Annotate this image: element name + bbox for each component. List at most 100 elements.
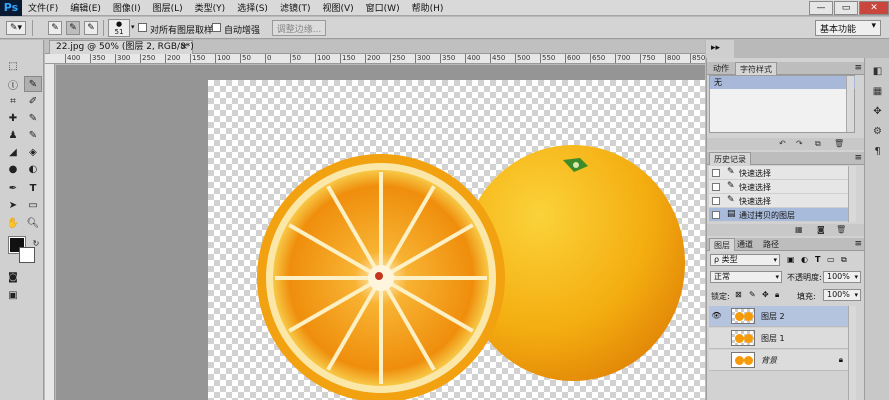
paragraph-panel-icon[interactable]: ¶: [870, 144, 885, 158]
panel-menu-icon[interactable]: ≡: [854, 153, 862, 163]
workspace-select[interactable]: 基本功能 ▾: [815, 20, 881, 36]
layer-row[interactable]: 图层 1: [709, 328, 855, 349]
clone-stamp-tool-icon[interactable]: ♟: [4, 127, 22, 143]
tab-actions[interactable]: 动作: [709, 62, 733, 75]
canvas-area[interactable]: [56, 65, 705, 400]
quick-mask-icon[interactable]: ◙: [4, 269, 22, 285]
quick-selection-tool-icon[interactable]: ✎: [24, 76, 42, 92]
visibility-toggle-box[interactable]: [711, 333, 722, 343]
document-canvas[interactable]: [208, 80, 705, 400]
screen-mode-icon[interactable]: ▣: [4, 287, 22, 303]
trash-icon[interactable]: 🗑︎: [834, 139, 844, 148]
actions-selected-item[interactable]: 无: [710, 76, 855, 89]
tab-channels[interactable]: 通道: [733, 238, 757, 251]
blend-mode-select[interactable]: 正常 ▾: [710, 271, 782, 283]
history-snapshot-box[interactable]: [712, 169, 720, 177]
marquee-tool-icon[interactable]: ⬚: [4, 58, 22, 74]
tab-paths[interactable]: 路径: [759, 238, 783, 251]
menu-image[interactable]: 图像(I): [107, 1, 147, 14]
filter-adjustment-icon[interactable]: ◐: [801, 255, 808, 264]
layer-row[interactable]: 👁︎ 图层 2: [709, 306, 855, 327]
fill-field[interactable]: 100% ▾: [823, 289, 861, 301]
layer-name[interactable]: 图层 1: [761, 333, 785, 344]
filter-pixel-icon[interactable]: ▣: [787, 255, 795, 264]
menu-edit[interactable]: 编辑(E): [64, 1, 107, 14]
minimize-button[interactable]: —: [809, 1, 833, 15]
new-style-icon[interactable]: ⧉: [815, 139, 821, 149]
color-panel-icon[interactable]: ◧: [870, 64, 885, 78]
history-scrollbar[interactable]: [848, 166, 856, 222]
new-document-icon[interactable]: ▦: [795, 225, 803, 234]
layer-name[interactable]: 背景: [761, 355, 777, 366]
close-button[interactable]: ✕: [859, 1, 889, 15]
tool-preset-picker-icon[interactable]: ✎▾: [6, 21, 26, 35]
path-selection-tool-icon[interactable]: ➤: [4, 197, 22, 213]
restore-button[interactable]: ▭: [834, 1, 858, 15]
close-icon[interactable]: ×: [180, 41, 188, 54]
eyedropper-tool-icon[interactable]: ✐: [24, 93, 42, 109]
lasso-tool-icon[interactable]: ⓛ: [4, 76, 22, 92]
dodge-tool-icon[interactable]: ◐: [24, 161, 42, 177]
history-snapshot-box[interactable]: [712, 183, 720, 191]
refine-edge-button[interactable]: 调整边缘...: [272, 20, 326, 36]
properties-panel-icon[interactable]: ⚙: [870, 124, 885, 138]
brush-size-picker[interactable]: ● 51: [108, 19, 130, 37]
tab-character-styles[interactable]: 字符样式: [735, 62, 777, 75]
healing-brush-tool-icon[interactable]: ✚: [4, 110, 22, 126]
zoom-tool-icon[interactable]: 🔍︎: [24, 215, 42, 231]
menu-type[interactable]: 类型(Y): [189, 1, 232, 14]
swatches-panel-icon[interactable]: ▦: [870, 84, 885, 98]
filter-type-icon[interactable]: T: [815, 255, 820, 264]
history-row[interactable]: ✎ 快速选择: [709, 166, 855, 180]
menu-view[interactable]: 视图(V): [316, 1, 359, 14]
new-selection-icon[interactable]: ✎: [48, 21, 62, 35]
auto-enhance-checkbox[interactable]: [212, 23, 221, 32]
adjustments-panel-icon[interactable]: ✥: [870, 104, 885, 118]
history-row[interactable]: ✎ 快速选择: [709, 194, 855, 208]
history-snapshot-box[interactable]: [712, 211, 720, 219]
tab-history[interactable]: 历史记录: [709, 152, 751, 165]
layers-scrollbar[interactable]: [848, 306, 856, 400]
redo-icon[interactable]: ↷: [796, 139, 803, 148]
menu-filter[interactable]: 滤镜(T): [274, 1, 317, 14]
lock-pixels-icon[interactable]: ✎: [749, 290, 756, 299]
subtract-from-selection-icon[interactable]: ✎: [84, 21, 98, 35]
paint-bucket-tool-icon[interactable]: ◈: [24, 144, 42, 160]
undo-icon[interactable]: ↶: [779, 139, 786, 148]
opacity-field[interactable]: 100% ▾: [823, 271, 861, 283]
blur-tool-icon[interactable]: ●: [4, 161, 22, 177]
lock-transparent-icon[interactable]: ⊠: [735, 290, 742, 299]
filter-shape-icon[interactable]: ▭: [827, 255, 835, 264]
layer-filter-select[interactable]: ρ 类型 ▾: [710, 254, 780, 266]
document-tab[interactable]: 22.jpg @ 50% (图层 2, RGB/8*) ×: [49, 40, 194, 54]
panel-menu-icon[interactable]: ≡: [854, 239, 862, 249]
eraser-tool-icon[interactable]: ◢: [4, 144, 22, 160]
shape-tool-icon[interactable]: ▭: [24, 197, 42, 213]
history-row[interactable]: ✎ 快速选择: [709, 180, 855, 194]
layer-name[interactable]: 图层 2: [761, 311, 785, 322]
snapshot-camera-icon[interactable]: ◙: [817, 225, 825, 234]
actions-list[interactable]: 无: [709, 75, 855, 133]
menu-window[interactable]: 窗口(W): [360, 1, 406, 14]
trash-icon[interactable]: 🗑︎: [836, 225, 846, 234]
hand-tool-icon[interactable]: ✋: [4, 215, 22, 231]
menu-file[interactable]: 文件(F): [22, 1, 64, 14]
layer-row[interactable]: 背景 🔒︎: [709, 350, 855, 371]
lock-position-icon[interactable]: ✥: [762, 290, 769, 299]
tab-layers[interactable]: 图层: [709, 238, 735, 251]
history-brush-tool-icon[interactable]: ✎: [24, 127, 42, 143]
menu-select[interactable]: 选择(S): [231, 1, 274, 14]
menu-help[interactable]: 帮助(H): [406, 1, 450, 14]
chevron-down-icon[interactable]: ▾: [131, 23, 135, 31]
type-tool-icon[interactable]: T: [24, 180, 42, 196]
panel-menu-icon[interactable]: ≡: [854, 63, 862, 73]
lock-all-icon[interactable]: 🔒︎: [775, 290, 779, 300]
filter-smart-object-icon[interactable]: ⧉: [841, 255, 847, 265]
visibility-eye-icon[interactable]: 👁︎: [711, 311, 722, 321]
actions-scrollbar[interactable]: [846, 76, 854, 132]
sample-all-layers-checkbox[interactable]: [138, 23, 147, 32]
menu-layer[interactable]: 图层(L): [147, 1, 189, 14]
pen-tool-icon[interactable]: ✒: [4, 180, 22, 196]
swap-colors-icon[interactable]: ↻: [27, 235, 45, 251]
brush-tool-icon[interactable]: ✎: [24, 110, 42, 126]
